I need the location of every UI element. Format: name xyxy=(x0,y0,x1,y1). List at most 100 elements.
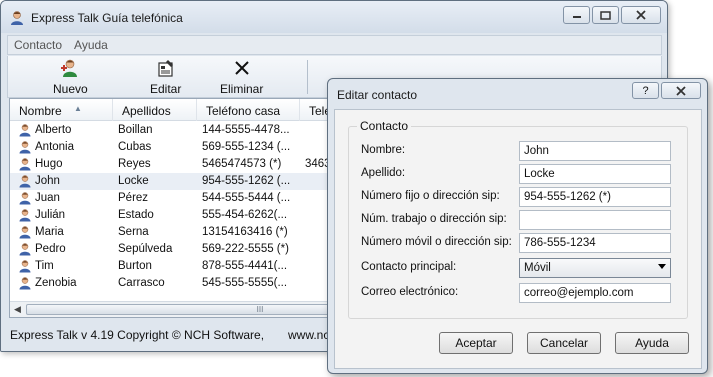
contact-groupbox: Contacto Nombre: Apellido: Número fijo o… xyxy=(348,119,688,319)
apellido-label: Apellido: xyxy=(361,167,406,179)
edit-icon xyxy=(158,60,173,77)
form-row-email: Correo electrónico: xyxy=(361,283,686,303)
contact-last-name: Cubas xyxy=(118,141,152,153)
close-button[interactable] xyxy=(621,6,661,24)
close-icon xyxy=(636,10,646,20)
maximize-icon xyxy=(600,10,611,20)
edit-contact-dialog: Editar contacto ? Contacto Nombre: Apell… xyxy=(327,78,708,374)
new-contact-button[interactable]: Nuevo xyxy=(53,58,88,96)
contact-home-phone: 569-222-5555 (*) xyxy=(202,243,289,255)
contact-last-name: Sepúlveda xyxy=(118,243,173,255)
menu-bar: Contacto Ayuda xyxy=(7,35,662,55)
form-row-movil: Número móvil o dirección sip: xyxy=(361,233,686,253)
email-label: Correo electrónico: xyxy=(361,286,459,298)
title-bar[interactable]: Express Talk Guía telefónica xyxy=(1,1,667,33)
contact-first-name: Antonia xyxy=(35,141,75,153)
contact-first-name: Juan xyxy=(35,192,60,204)
form-row-trabajo: Núm. trabajo o dirección sip: xyxy=(361,210,686,230)
accept-button[interactable]: Aceptar xyxy=(439,332,513,354)
contact-person-icon xyxy=(19,277,31,290)
close-icon xyxy=(676,85,686,96)
contact-home-phone: 878-555-4441(... xyxy=(202,260,288,272)
contact-person-icon xyxy=(19,192,31,205)
contact-home-phone: 5465474573 (*) xyxy=(202,158,282,170)
form-row-principal: Contacto principal: Móvil xyxy=(361,258,686,278)
dialog-help-button[interactable]: ? xyxy=(632,82,659,99)
delete-contact-button[interactable]: Eliminar xyxy=(220,58,263,96)
contact-last-name: Burton xyxy=(118,260,152,272)
nombre-label: Nombre: xyxy=(361,144,406,156)
app-person-icon xyxy=(11,11,23,25)
dialog-title: Editar contacto xyxy=(337,88,418,102)
contact-first-name: Maria xyxy=(35,226,64,238)
edit-contact-button[interactable]: Editar xyxy=(150,58,181,96)
cancel-button[interactable]: Cancelar xyxy=(527,332,601,354)
help-icon: ? xyxy=(642,84,649,97)
toolbar-separator xyxy=(307,60,308,94)
help-button[interactable]: Ayuda xyxy=(615,332,689,354)
contact-person-icon xyxy=(19,209,31,222)
contact-last-name: Reyes xyxy=(118,158,151,170)
group-title: Contacto xyxy=(357,119,412,133)
contact-home-phone: 569-555-1234 (... xyxy=(202,141,291,153)
contact-person-icon xyxy=(19,175,31,188)
contact-first-name: Zenobia xyxy=(35,277,77,289)
contact-person-icon xyxy=(19,141,31,154)
contact-first-name: John xyxy=(35,175,60,187)
apellido-field[interactable] xyxy=(519,164,671,184)
contact-person-icon xyxy=(19,260,31,273)
contact-home-phone: 544-555-5444 (... xyxy=(202,192,291,204)
fijo-label: Número fijo o dirección sip: xyxy=(361,190,500,202)
contact-last-name: Serna xyxy=(118,226,149,238)
contact-first-name: Pedro xyxy=(35,243,66,255)
delete-label: Eliminar xyxy=(220,82,264,96)
contact-home-phone: 954-555-1262 (... xyxy=(202,175,291,187)
nombre-field[interactable] xyxy=(519,141,671,161)
column-telefono-casa[interactable]: Teléfono casa xyxy=(197,99,300,121)
scroll-left-icon[interactable]: ◀ xyxy=(14,304,21,315)
contact-person-icon xyxy=(19,158,31,171)
contact-last-name: Pérez xyxy=(118,192,149,204)
contact-last-name: Boillan xyxy=(118,124,153,136)
movil-label: Número móvil o dirección sip: xyxy=(361,236,512,248)
contact-first-name: Tim xyxy=(35,260,54,272)
menu-ayuda[interactable]: Ayuda xyxy=(68,38,114,52)
menu-contacto[interactable]: Contacto xyxy=(8,38,68,52)
movil-field[interactable] xyxy=(519,233,671,253)
dialog-close-button[interactable] xyxy=(661,82,701,99)
status-text: Express Talk v 4.19 Copyright © NCH Soft… xyxy=(10,328,265,342)
minimize-icon xyxy=(572,16,581,18)
fijo-field[interactable] xyxy=(519,187,671,207)
principal-label: Contacto principal: xyxy=(361,261,457,273)
contact-first-name: Hugo xyxy=(35,158,63,170)
contact-person-icon xyxy=(19,243,31,256)
column-nombre-label: Nombre xyxy=(19,104,62,118)
chevron-down-icon xyxy=(658,264,666,269)
window-title: Express Talk Guía telefónica xyxy=(31,11,183,25)
principal-select[interactable]: Móvil xyxy=(519,258,671,278)
email-field[interactable] xyxy=(519,283,671,303)
contact-last-name: Estado xyxy=(118,209,154,221)
column-nombre[interactable]: Nombre ▲ xyxy=(10,99,113,121)
minimize-button[interactable] xyxy=(563,6,590,24)
trabajo-field[interactable] xyxy=(519,210,671,230)
contact-home-phone: 545-555-5555(... xyxy=(202,277,288,289)
maximize-button[interactable] xyxy=(592,6,619,24)
form-row-fijo: Número fijo o dirección sip: xyxy=(361,187,686,207)
new-label: Nuevo xyxy=(53,82,88,96)
sort-ascending-icon: ▲ xyxy=(74,104,82,113)
dialog-body: Contacto Nombre: Apellido: Número fijo o… xyxy=(334,109,702,369)
status-url[interactable]: www.nc xyxy=(288,328,329,342)
form-row-nombre: Nombre: xyxy=(361,141,686,161)
form-row-apellido: Apellido: xyxy=(361,164,686,184)
principal-selected-value: Móvil xyxy=(524,262,551,274)
edit-label: Editar xyxy=(150,82,182,96)
column-apellidos[interactable]: Apellidos xyxy=(113,99,197,121)
delete-icon xyxy=(234,61,249,75)
contact-first-name: Alberto xyxy=(35,124,72,136)
contact-home-phone: 555-454-6262(... xyxy=(202,209,288,221)
contact-last-name: Locke xyxy=(118,175,149,187)
contact-person-icon xyxy=(19,124,31,137)
contact-home-phone: 144-5555-4478... xyxy=(202,124,290,136)
contact-home-phone: 13154163416 (*) xyxy=(202,226,288,238)
